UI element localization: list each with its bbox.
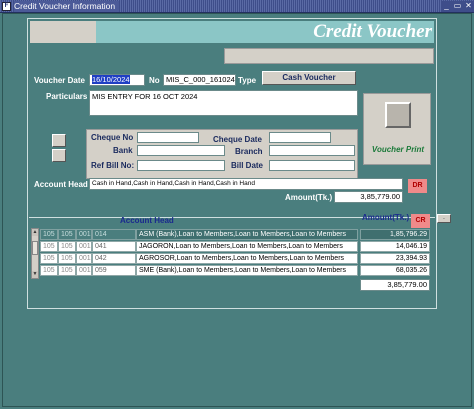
row-code-1[interactable]: 105 bbox=[40, 229, 58, 240]
row-amount[interactable]: 1,85,796.29 bbox=[360, 229, 430, 240]
maximize-button[interactable]: ▭ bbox=[452, 1, 463, 12]
row-code-4[interactable]: 042 bbox=[92, 253, 136, 264]
row-code-3[interactable]: 001 bbox=[76, 229, 92, 240]
credit-account-head-header: Account Head bbox=[120, 216, 174, 225]
credit-row[interactable]: 105 105 001 059 SME (Bank),Loan to Membe… bbox=[40, 265, 430, 276]
window-title: Credit Voucher Information bbox=[14, 1, 120, 12]
row-code-3[interactable]: 001 bbox=[76, 253, 92, 264]
bill-date-label: Bill Date bbox=[231, 161, 264, 170]
credit-row[interactable]: 105 105 001 042 AGROSOR,Loan to Members,… bbox=[40, 253, 430, 264]
app-icon[interactable]: F bbox=[2, 2, 11, 11]
voucher-form: Credit Voucher Voucher Date 16/10/2024 N… bbox=[27, 18, 437, 309]
cheque-date-label: Cheque Date bbox=[213, 135, 262, 144]
side-button-1[interactable] bbox=[52, 134, 66, 147]
banner-title: Credit Voucher bbox=[313, 21, 432, 42]
bank-field[interactable] bbox=[137, 145, 225, 156]
debit-amount-field[interactable]: 3,85,779.00 bbox=[334, 191, 403, 203]
row-code-1[interactable]: 105 bbox=[40, 253, 58, 264]
branch-label: Branch bbox=[235, 147, 263, 156]
branch-field[interactable] bbox=[269, 145, 355, 156]
cheque-no-field[interactable] bbox=[137, 132, 199, 143]
row-amount[interactable]: 23,394.93 bbox=[360, 253, 430, 264]
row-code-4[interactable]: 014 bbox=[92, 229, 136, 240]
row-account[interactable]: SME (Bank),Loan to Members,Loan to Membe… bbox=[136, 265, 358, 276]
print-icon bbox=[385, 102, 411, 128]
scroll-up-icon[interactable]: ▲ bbox=[32, 229, 38, 236]
window-frame: Credit Voucher Voucher Date 16/10/2024 N… bbox=[2, 13, 472, 407]
dr-badge[interactable]: DR bbox=[408, 179, 427, 193]
particulars-label: Particulars bbox=[46, 92, 88, 101]
row-account[interactable]: ASM (Bank),Loan to Members,Loan to Membe… bbox=[136, 229, 358, 240]
row-code-2[interactable]: 105 bbox=[58, 241, 76, 252]
close-button[interactable]: ✕ bbox=[463, 1, 474, 12]
row-account[interactable]: AGROSOR,Loan to Members,Loan to Members,… bbox=[136, 253, 358, 264]
credit-total-field: 3,85,779.00 bbox=[360, 279, 430, 291]
voucher-print-button[interactable]: Voucher Print bbox=[363, 93, 431, 165]
row-code-2[interactable]: 105 bbox=[58, 229, 76, 240]
row-code-2[interactable]: 105 bbox=[58, 265, 76, 276]
credit-row[interactable]: 105 105 001 014 ASM (Bank),Loan to Membe… bbox=[40, 229, 430, 240]
voucher-type-label: Type bbox=[238, 76, 257, 85]
header-banner: Credit Voucher bbox=[96, 21, 434, 43]
voucher-print-label: Voucher Print bbox=[371, 145, 425, 154]
cheque-panel: Cheque No Bank Ref Bill No: Cheque Date … bbox=[86, 129, 358, 179]
particulars-field[interactable]: MIS ENTRY FOR 16 OCT 2024 bbox=[89, 90, 358, 116]
ref-bill-label: Ref Bill No: bbox=[91, 161, 135, 170]
header-gray-block bbox=[30, 21, 96, 43]
row-amount[interactable]: 14,046.19 bbox=[360, 241, 430, 252]
row-code-1[interactable]: 105 bbox=[40, 265, 58, 276]
row-code-3[interactable]: 001 bbox=[76, 265, 92, 276]
credit-row[interactable]: 105 105 001 041 JAGORON,Loan to Members,… bbox=[40, 241, 430, 252]
cheque-date-field[interactable] bbox=[269, 132, 331, 143]
debit-amount-label: Amount(Tk.) bbox=[285, 193, 333, 202]
row-amount[interactable]: 68,035.26 bbox=[360, 265, 430, 276]
minimize-button[interactable]: _ bbox=[441, 1, 452, 12]
credit-grid-scrollbar[interactable]: ▲ ▼ bbox=[31, 228, 39, 279]
header-info-strip bbox=[224, 48, 434, 64]
voucher-no-field[interactable]: MIS_C_000_161024 bbox=[163, 74, 236, 86]
voucher-date-label: Voucher Date bbox=[34, 76, 85, 85]
voucher-type-button[interactable]: Cash Voucher bbox=[262, 71, 356, 85]
title-bar: F Credit Voucher Information _ ▭ ✕ bbox=[0, 0, 474, 13]
row-code-2[interactable]: 105 bbox=[58, 253, 76, 264]
row-account[interactable]: JAGORON,Loan to Members,Loan to Members,… bbox=[136, 241, 358, 252]
scroll-down-icon[interactable]: ▼ bbox=[32, 271, 38, 278]
ref-bill-field[interactable] bbox=[137, 160, 225, 171]
row-code-4[interactable]: 059 bbox=[92, 265, 136, 276]
cr-badge[interactable]: CR bbox=[411, 214, 430, 228]
credit-amount-header: Amount(Tk.) bbox=[362, 213, 410, 222]
bill-date-field[interactable] bbox=[269, 160, 355, 171]
cheque-no-label: Cheque No bbox=[91, 133, 134, 142]
row-code-4[interactable]: 041 bbox=[92, 241, 136, 252]
debit-account-head-field[interactable]: Cash in Hand,Cash in Hand,Cash in Hand,C… bbox=[89, 178, 403, 190]
voucher-date-field[interactable]: 16/10/2024 bbox=[89, 74, 145, 86]
extra-action-button[interactable]: . bbox=[437, 214, 451, 223]
voucher-no-label: No bbox=[149, 76, 160, 85]
debit-account-head-label: Account Head bbox=[34, 180, 88, 189]
side-button-2[interactable] bbox=[52, 149, 66, 162]
row-code-3[interactable]: 001 bbox=[76, 241, 92, 252]
bank-label: Bank bbox=[113, 146, 133, 155]
row-code-1[interactable]: 105 bbox=[40, 241, 58, 252]
scroll-thumb[interactable] bbox=[32, 241, 38, 255]
